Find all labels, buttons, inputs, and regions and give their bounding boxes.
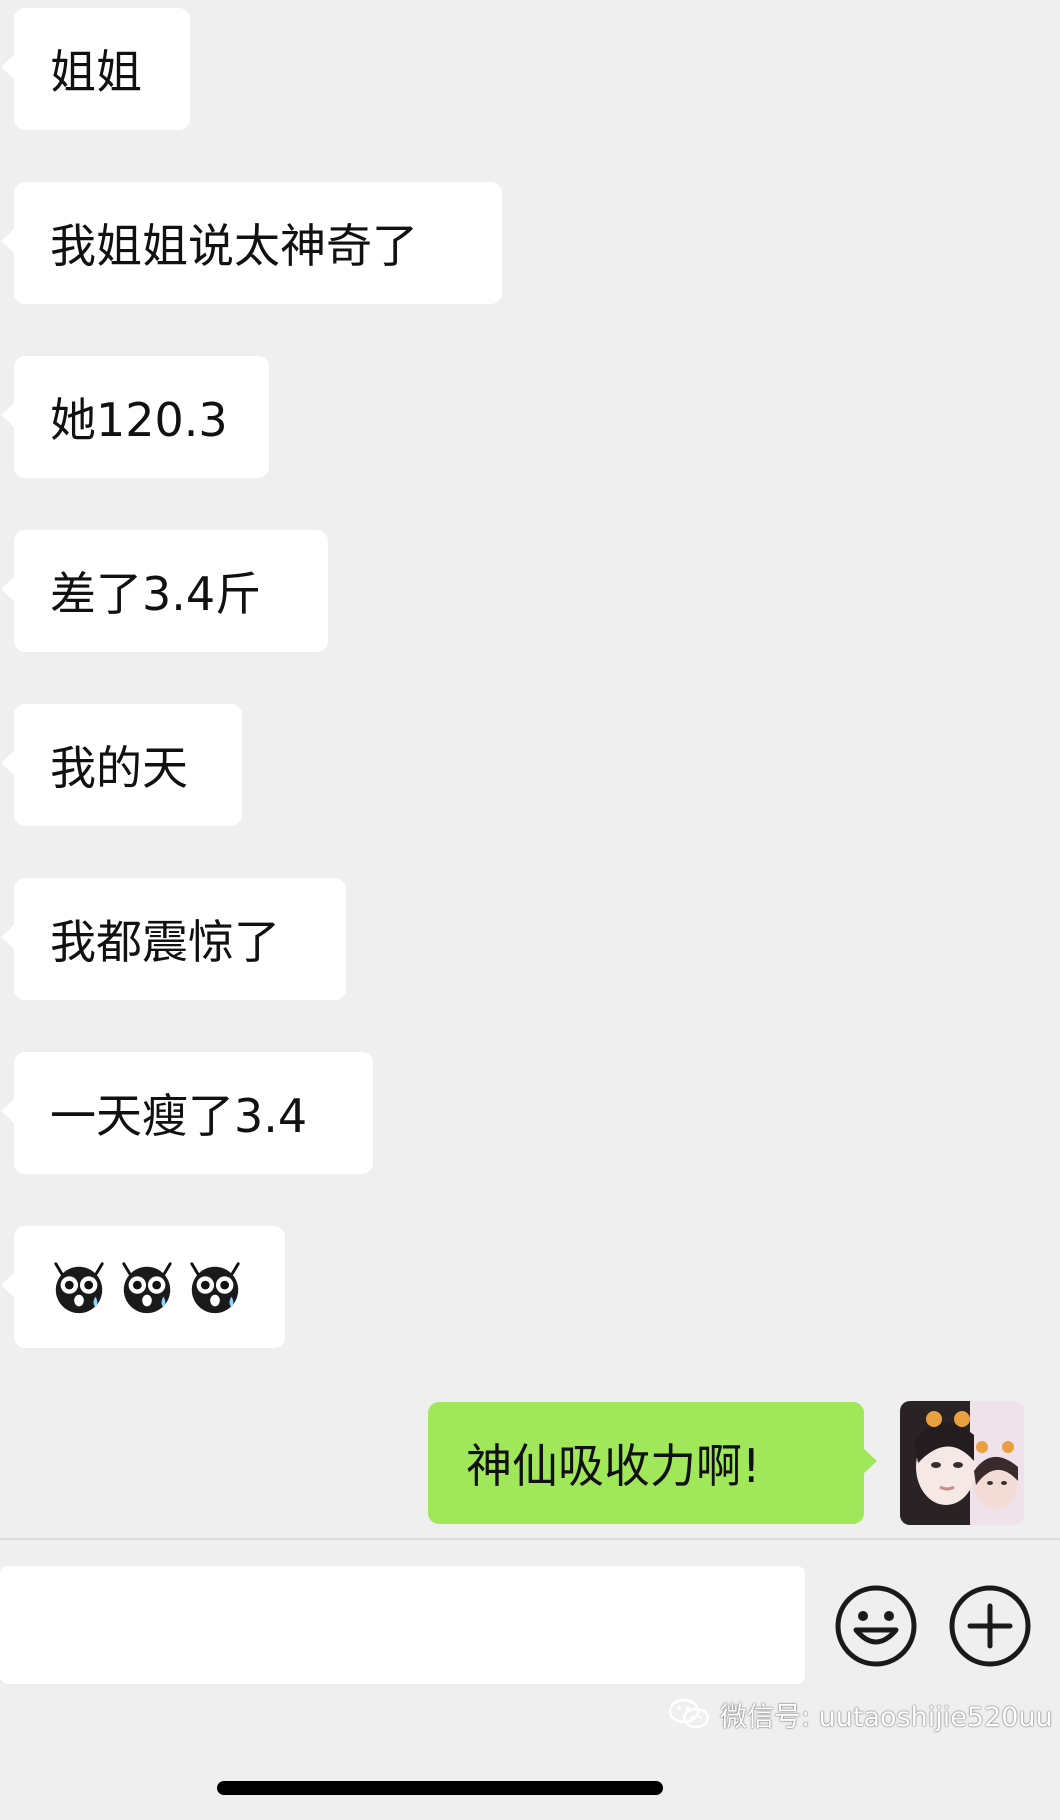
- shocked-owl-icon: [190, 1262, 240, 1314]
- received-message-bubble[interactable]: 姐姐: [1, 8, 190, 130]
- message-text: 差了3.4斤: [50, 567, 262, 621]
- received-message-bubble[interactable]: 一天瘦了3.4: [1, 1052, 373, 1174]
- watermark: 微信号: uutaoshijie520uu: [668, 1694, 1053, 1734]
- received-message-bubble[interactable]: 我姐姐说太神奇了: [1, 182, 502, 304]
- received-emoji-bubble[interactable]: [1, 1226, 285, 1348]
- emoji-row: [50, 1258, 244, 1316]
- smiley-icon[interactable]: [834, 1584, 918, 1668]
- received-message-bubble[interactable]: 我都震惊了: [1, 878, 346, 1000]
- message-text: 神仙吸收力啊!: [466, 1439, 761, 1493]
- received-message-bubble[interactable]: 差了3.4斤: [1, 530, 328, 652]
- shocked-owl-icon: [122, 1262, 172, 1314]
- message-text: 我都震惊了: [50, 915, 280, 969]
- avatar[interactable]: [900, 1401, 1024, 1525]
- avatar-photo: [900, 1401, 1024, 1525]
- home-indicator[interactable]: [217, 1781, 663, 1795]
- received-message-bubble[interactable]: 她120.3: [1, 356, 269, 478]
- message-text: 姐姐: [50, 45, 142, 99]
- message-text: 我的天: [50, 741, 188, 795]
- watermark-text: 微信号: uutaoshijie520uu: [720, 1701, 1053, 1733]
- plus-circle-icon[interactable]: [948, 1584, 1032, 1668]
- message-text: 她120.3: [50, 393, 228, 447]
- sent-message-bubble[interactable]: 神仙吸收力啊!: [428, 1402, 877, 1524]
- received-message-bubble[interactable]: 我的天: [1, 704, 242, 826]
- divider: [0, 1538, 1060, 1540]
- message-input[interactable]: [0, 1566, 805, 1684]
- chat-screen: 姐姐 我姐姐说太神奇了 她120.3 差了3.4斤 我的天 我都震惊了 一天瘦了…: [0, 0, 1060, 1820]
- shocked-owl-icon: [54, 1262, 104, 1314]
- message-text: 一天瘦了3.4: [50, 1089, 308, 1143]
- message-text: 我姐姐说太神奇了: [50, 219, 418, 273]
- wechat-icon: [668, 1698, 710, 1729]
